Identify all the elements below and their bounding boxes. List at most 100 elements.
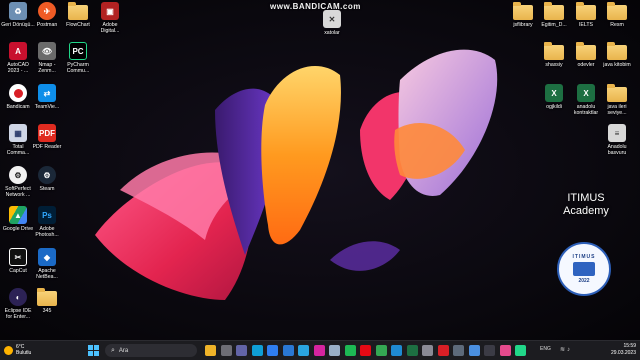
volume-icon: ♪	[567, 347, 573, 353]
document-icon: ✕	[323, 10, 341, 28]
mouse-app-icon[interactable]	[329, 345, 340, 356]
desktop-icon-label: anadolu kontraktlar	[573, 104, 599, 116]
desktop-icon-teamviewer[interactable]: ⇄ TeamVie...	[31, 84, 63, 110]
steam-icon: ⚙	[38, 166, 56, 184]
store-icon[interactable]	[267, 345, 278, 356]
folder-icon	[68, 2, 88, 20]
desktop-icon-label: jsflibrary	[513, 22, 533, 28]
weather-condition: Bulutlu	[16, 350, 32, 356]
edge-icon[interactable]	[251, 345, 263, 356]
search-box[interactable]: ⌕ Ara	[105, 344, 197, 357]
desktop-icon-shaxsiy[interactable]: shaxsiy	[538, 42, 570, 68]
folder-icon	[607, 84, 627, 102]
terminal-icon[interactable]	[484, 345, 495, 356]
teamviewer-icon: ⇄	[38, 84, 56, 102]
task-view-icon[interactable]	[220, 345, 232, 356]
desktop-icon-total-commander[interactable]: ▦ Total Comma...	[2, 124, 34, 156]
desktop-icon-label: PyCharm Commu...	[66, 62, 90, 74]
academy-title-line1: ITIMUS	[567, 192, 605, 204]
pycharm-taskbar-icon[interactable]	[515, 345, 526, 356]
settings-icon[interactable]	[422, 345, 433, 356]
folder-icon	[37, 288, 57, 306]
chrome-icon[interactable]	[375, 345, 387, 356]
desktop-icon-pycharm[interactable]: PC PyCharm Commu...	[62, 42, 94, 74]
desktop-icon-postman[interactable]: ✈ Postman	[31, 2, 63, 28]
academy-title-line2: Academy	[563, 205, 609, 217]
desktop-icon-label: xatolar	[324, 30, 340, 36]
desktop-icon-345[interactable]: 345	[31, 288, 63, 314]
system-tray[interactable]: ≋♪	[560, 346, 572, 353]
file-explorer-icon[interactable]	[205, 345, 216, 356]
desktop-icon-softperfect[interactable]: ⚙ SoftPerfect Network ...	[2, 166, 34, 198]
vscode-icon[interactable]	[391, 345, 402, 356]
desktop-icon-jsflibrary[interactable]: jsflibrary	[507, 2, 539, 28]
netbeans-icon: ◆	[38, 248, 56, 266]
netflix-icon[interactable]	[360, 345, 371, 356]
language-indicator[interactable]: ENG	[540, 346, 551, 352]
desktop-icon-anadolu-kontraktlar[interactable]: X anadolu kontraktlar	[570, 84, 602, 116]
desktop-icon-label: TeamVie...	[34, 104, 60, 110]
camera-icon[interactable]	[453, 345, 464, 356]
adobe-digital-icon: ▣	[101, 2, 119, 20]
desktop-icon-photoshop[interactable]: Ps Adobe Photosh...	[31, 206, 63, 238]
clock[interactable]: 15:59 29.03.2023	[596, 343, 636, 357]
nmap-icon: 👁	[38, 42, 56, 60]
desktop-icon-label: shaxsiy	[545, 62, 563, 68]
folder-icon	[607, 42, 627, 60]
desktop-icon-anadolu-basvuru[interactable]: ≡ Anadolu basvuru	[601, 124, 633, 156]
photos-icon[interactable]	[468, 345, 480, 356]
excel-icon: X	[577, 84, 595, 102]
wifi-icon: ≋	[560, 347, 568, 353]
desktop-icon-ielts[interactable]: IELTS	[570, 2, 602, 28]
bandicam-icon	[9, 84, 27, 102]
clock-time: 15:59	[623, 343, 636, 349]
excel-icon: X	[545, 84, 563, 102]
desktop-icon-label: Apache NetBea...	[36, 268, 58, 280]
intellij-icon[interactable]	[499, 345, 511, 356]
logo-ring-text: ITIMUS	[572, 254, 596, 260]
desktop-icon-label: odevler	[577, 62, 595, 68]
desktop-icon-netbeans[interactable]: ◆ Apache NetBea...	[31, 248, 63, 280]
telegram-icon[interactable]	[298, 345, 309, 356]
total-commander-icon: ▦	[9, 124, 27, 142]
folder-icon	[607, 2, 627, 20]
desktop-icon-xatolar[interactable]: ✕ xatolar	[316, 10, 348, 36]
desktop-icon-resm[interactable]: Resm	[601, 2, 633, 28]
logo-year: 2022	[578, 278, 590, 284]
desktop-icon-label: PDF Reader	[32, 144, 62, 150]
spotify-icon[interactable]	[344, 345, 356, 356]
weather-widget[interactable]: 6°C Bulutlu	[4, 344, 31, 356]
desktop-icon-java-ileri[interactable]: java ileri seviye...	[601, 84, 633, 116]
postman-icon: ✈	[38, 2, 56, 20]
desktop-icon-odevler[interactable]: odevler	[570, 42, 602, 68]
taskbar: 6°C Bulutlu ⌕ Ara ENG ≋♪ 15:59 29.03.202…	[0, 340, 640, 360]
desktop-icon-label: Nmap - Zenm...	[38, 62, 56, 74]
desktop-icon-egitim[interactable]: Egitim_D...	[538, 2, 570, 28]
desktop-icon-label: FlowChart	[66, 22, 90, 28]
desktop-icon-label: Steam	[39, 186, 55, 192]
folder-icon	[544, 2, 564, 20]
excel-taskbar-icon[interactable]	[406, 345, 418, 356]
start-button[interactable]	[88, 345, 99, 356]
desktop-icon-label: Adobe Photosh...	[35, 226, 59, 238]
desktop-icon-ogjkildi[interactable]: X ogjkildi	[538, 84, 570, 110]
desktop-icon-flowchart[interactable]: FlowChart	[62, 2, 94, 28]
desktop-icon-nmap[interactable]: 👁 Nmap - Zenm...	[31, 42, 63, 74]
instagram-icon[interactable]	[313, 345, 325, 356]
desktop-icon-steam[interactable]: ⚙ Steam	[31, 166, 63, 192]
mail-icon[interactable]	[282, 345, 294, 356]
desktop-icon-adobe-digital[interactable]: ▣ Adobe Digital...	[94, 2, 126, 34]
folder-icon	[544, 42, 564, 60]
folder-icon	[513, 2, 533, 20]
desktop-icon-java-kitobim[interactable]: java kitobim	[601, 42, 633, 68]
desktop-icon-pdf-reader[interactable]: PDF PDF Reader	[31, 124, 63, 150]
clock-date: 29.03.2023	[610, 350, 636, 356]
photoshop-icon: Ps	[38, 206, 56, 224]
google-drive-icon: ▲	[9, 206, 27, 224]
desktop-icon-label: Anadolu basvuru	[607, 144, 627, 156]
weather-icon	[4, 345, 13, 355]
bandicam-taskbar-icon[interactable]	[437, 345, 449, 356]
desktop-icon-eclipse[interactable]: ◐ Eclipse IDE for Enter...	[2, 288, 34, 320]
search-icon: ⌕	[111, 346, 115, 354]
teams-icon[interactable]	[236, 345, 247, 356]
